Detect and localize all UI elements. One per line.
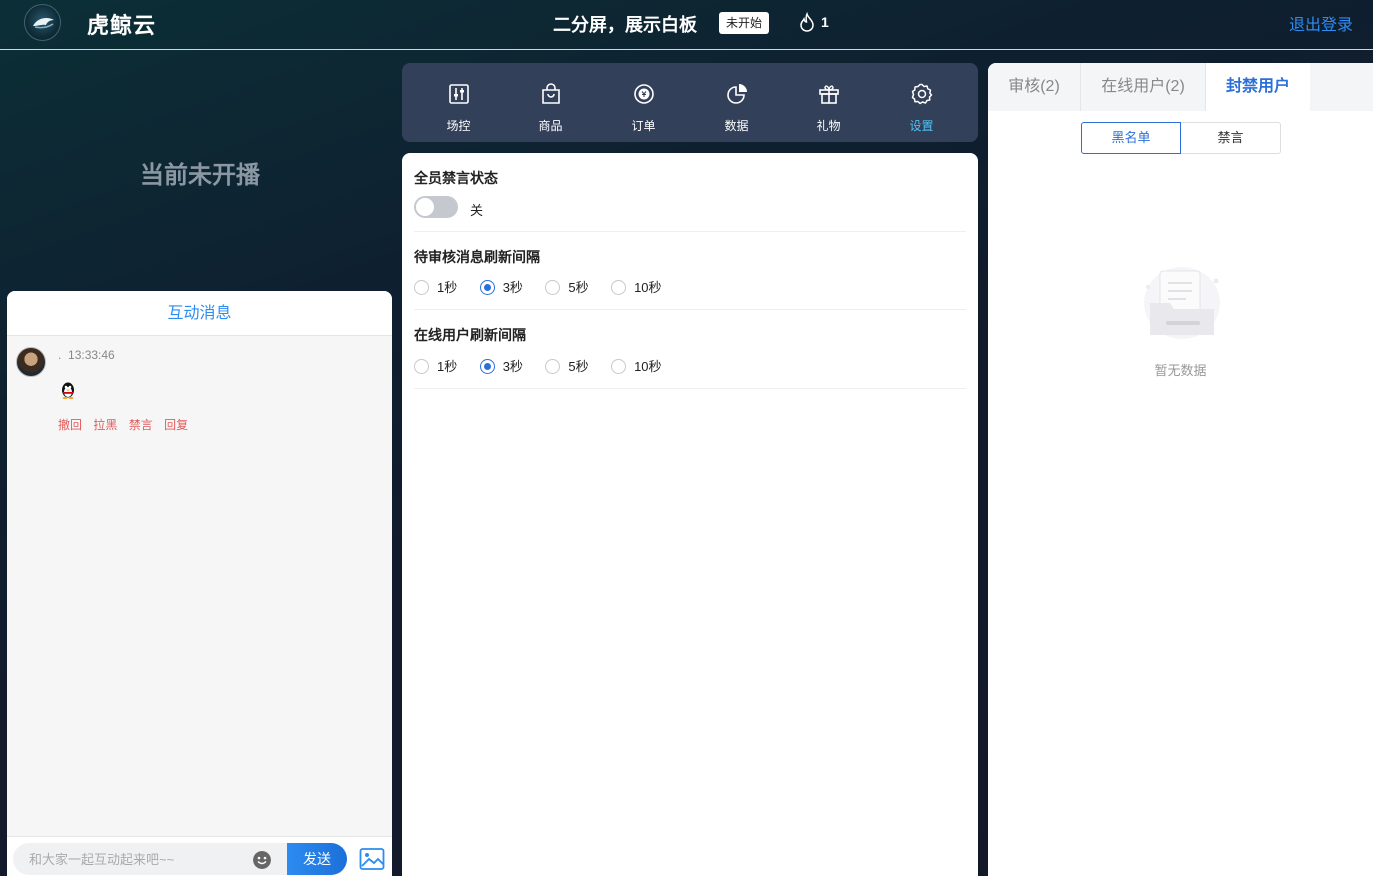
radio-online-1s[interactable]: 1秒 [414,356,457,375]
radio-review-1s[interactable]: 1秒 [414,277,457,296]
tool-settings[interactable]: 设置 [875,63,968,142]
emoji-icon[interactable] [253,851,271,869]
tab-banned-users[interactable]: 封禁用户 [1206,63,1310,111]
online-refresh-section: 在线用户刷新间隔 1秒 3秒 5秒 10秒 [414,325,966,389]
no-live-text: 当前未开播 [140,162,260,189]
radio-online-5s[interactable]: 5秒 [545,356,589,375]
section-title: 全员禁言状态 [414,170,498,186]
radio-dot [611,359,627,374]
radio-review-5s[interactable]: 5秒 [545,277,589,296]
tool-orders[interactable]: 订单 [597,63,690,142]
gift-icon [819,85,839,104]
room-title: 二分屏，展示白板 [553,15,697,35]
send-button[interactable]: 发送 [287,843,347,875]
radio-label: 1秒 [437,359,458,374]
orca-logo-icon [33,18,54,29]
tab-online-users[interactable]: 在线用户(2) [1081,63,1206,111]
radio-dot [545,280,561,295]
tool-products[interactable]: 商品 [504,63,597,142]
image-upload-icon[interactable] [359,847,385,871]
recall-button[interactable]: 撤回 [58,418,82,432]
tab-review[interactable]: 审核(2) [988,63,1081,111]
tool-label: 场控 [446,119,471,133]
brand-name: 虎鲸云 [87,13,157,38]
mute-all-section: 全员禁言状态 关 [414,168,966,232]
viewer-count: 1 [821,14,829,30]
user-tabs: 审核(2) 在线用户(2) 封禁用户 [988,63,1373,111]
tool-field-control[interactable]: 场控 [412,63,505,142]
section-title: 待审核消息刷新间隔 [414,249,540,265]
chat-panel: 互动消息 . 13:33:46 撤回 拉黑 禁言 回复 和大家一起互动起来吧~~… [7,291,392,876]
message-actions: 撤回 拉黑 禁言 回复 [58,416,196,433]
radio-label: 3秒 [502,359,523,374]
function-toolbar: 场控 商品 订单 数据 礼物 设置 [402,63,978,142]
shopping-bag-icon [542,83,560,104]
radio-review-10s[interactable]: 10秒 [611,277,662,296]
tool-label: 商品 [538,119,563,133]
radio-dot [479,280,495,295]
radio-review-3s[interactable]: 3秒 [479,277,523,296]
logout-link[interactable]: 退出登录 [1289,11,1353,35]
reply-button[interactable]: 回复 [164,418,188,432]
chat-input[interactable] [13,843,287,875]
yuan-coin-icon [634,84,654,104]
mute-all-toggle[interactable] [414,196,458,218]
subtab-muted[interactable]: 禁言 [1181,122,1281,154]
top-bar: 虎鲸云 二分屏，展示白板 未开始 1 退出登录 [0,0,1373,50]
section-title: 在线用户刷新间隔 [414,327,526,343]
gear-icon [911,83,933,105]
chat-title: 互动消息 [7,291,392,336]
status-badge: 未开始 [719,12,770,34]
tool-gifts[interactable]: 礼物 [782,63,875,142]
radio-label: 10秒 [634,280,662,295]
message-time: 13:33:46 [68,348,115,362]
radio-label: 10秒 [634,359,662,374]
radio-dot [414,359,429,374]
radio-dot [414,280,429,295]
user-management-panel: 审核(2) 在线用户(2) 封禁用户 黑名单 禁言 暂无数据 [988,63,1373,876]
online-refresh-options: 1秒 3秒 5秒 10秒 [414,356,680,376]
toggle-state-label: 关 [470,203,484,218]
radio-label: 1秒 [437,280,458,295]
tool-label: 数据 [724,119,749,133]
subtab-blacklist[interactable]: 黑名单 [1081,122,1181,154]
radio-dot [611,280,627,295]
radio-dot [545,359,561,374]
tool-label: 设置 [909,119,934,133]
radio-online-3s[interactable]: 3秒 [479,356,523,375]
mute-button[interactable]: 禁言 [129,418,153,432]
message-meta: . 13:33:46 [58,348,115,362]
avatar[interactable] [16,347,46,377]
tool-data[interactable]: 数据 [690,63,783,142]
radio-dot [479,359,495,374]
blacklist-button[interactable]: 拉黑 [93,418,117,432]
radio-online-10s[interactable]: 10秒 [611,356,662,375]
chat-input-bar: 发送 [7,836,392,876]
penguin-emoji-icon [62,382,74,399]
empty-text: 暂无数据 [1154,363,1207,378]
radio-label: 5秒 [568,359,589,374]
radio-label: 3秒 [502,280,523,295]
pie-chart-icon [727,84,747,104]
tool-label: 礼物 [816,119,841,133]
message-user: . [58,348,62,362]
review-refresh-options: 1秒 3秒 5秒 10秒 [414,277,680,297]
ban-type-switch: 黑名单 禁言 [1081,122,1281,154]
review-refresh-section: 待审核消息刷新间隔 1秒 3秒 5秒 10秒 [414,247,966,310]
radio-label: 5秒 [568,280,589,295]
flame-icon [800,12,814,32]
empty-data-icon [1144,267,1220,339]
settings-panel: 全员禁言状态 关 待审核消息刷新间隔 1秒 3秒 5秒 10秒 在线用户刷新间隔… [402,153,978,876]
tool-label: 订单 [631,119,656,133]
field-control-icon [449,84,469,104]
logo [24,4,61,41]
